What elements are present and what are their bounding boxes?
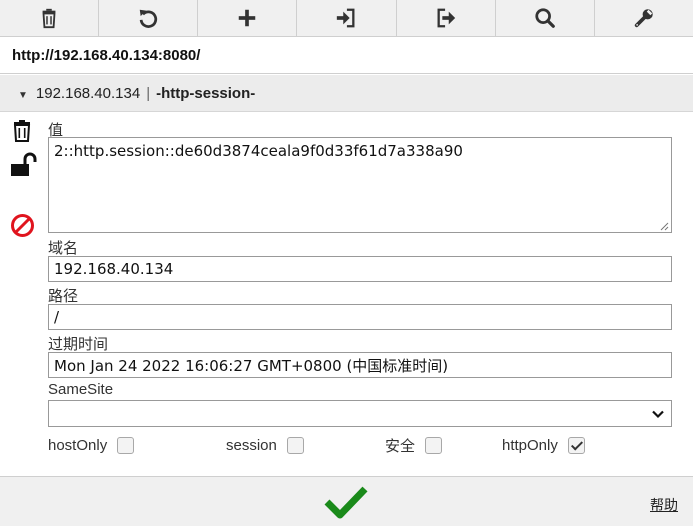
block-cookie-button[interactable] xyxy=(10,213,35,238)
cookie-header[interactable]: ▼ 192.168.40.134 | -http-session- xyxy=(0,75,693,112)
chevron-down-icon xyxy=(652,410,664,419)
cookie-domain-header: 192.168.40.134 xyxy=(35,85,141,102)
httponly-checkbox[interactable] xyxy=(567,436,585,454)
session-label: session xyxy=(226,436,277,454)
export-icon xyxy=(437,8,455,28)
add-cookie-button[interactable] xyxy=(198,0,298,36)
expiry-field[interactable] xyxy=(48,352,672,378)
import-icon xyxy=(337,8,355,28)
collapse-triangle-icon[interactable]: ▼ xyxy=(18,90,28,101)
search-icon xyxy=(535,8,555,28)
httponly-option: httpOnly xyxy=(502,434,585,456)
block-icon xyxy=(11,214,34,237)
value-field[interactable]: 2::http.session::de60d3874ceala9f0d33f61… xyxy=(48,137,672,233)
wrench-icon xyxy=(634,9,653,28)
unlocked-icon xyxy=(11,152,37,176)
import-button[interactable] xyxy=(297,0,397,36)
current-url: http://192.168.40.134:8080/ xyxy=(0,37,693,74)
resize-grip-icon[interactable] xyxy=(659,221,669,231)
expiry-label: 过期时间 xyxy=(48,336,109,353)
samesite-label: SameSite xyxy=(48,381,114,398)
trash-icon xyxy=(13,120,31,142)
domain-label: 域名 xyxy=(48,240,79,257)
export-button[interactable] xyxy=(397,0,496,36)
delete-all-button[interactable] xyxy=(0,0,100,36)
delete-cookie-button[interactable] xyxy=(10,119,34,143)
save-button[interactable] xyxy=(324,485,368,524)
settings-button[interactable] xyxy=(595,0,693,36)
checkmark-icon xyxy=(324,486,368,519)
cookie-name-header: -http-session- xyxy=(156,85,256,102)
protect-cookie-button[interactable] xyxy=(10,152,38,178)
hostonly-label: hostOnly xyxy=(48,436,108,454)
search-button[interactable] xyxy=(496,0,595,36)
plus-icon xyxy=(239,9,256,27)
reset-button[interactable] xyxy=(99,0,199,36)
trash-icon xyxy=(42,8,56,29)
hostonly-checkbox[interactable] xyxy=(117,436,135,454)
secure-checkbox[interactable] xyxy=(425,436,443,454)
path-label: 路径 xyxy=(48,288,79,305)
httponly-label: httpOnly xyxy=(502,436,558,454)
help-link[interactable]: 帮助 xyxy=(650,495,678,515)
session-checkbox[interactable] xyxy=(286,436,304,454)
header-separator: | xyxy=(146,85,151,102)
secure-option: 安全 xyxy=(385,434,443,456)
secure-label: 安全 xyxy=(385,437,416,455)
toolbar xyxy=(0,0,693,37)
hostonly-option: hostOnly xyxy=(48,434,135,456)
reset-icon xyxy=(139,9,158,28)
domain-field[interactable] xyxy=(48,256,672,282)
path-field[interactable] xyxy=(48,304,672,330)
session-option: session xyxy=(226,434,304,456)
footer: 帮助 xyxy=(0,476,693,526)
samesite-select[interactable] xyxy=(48,400,672,427)
